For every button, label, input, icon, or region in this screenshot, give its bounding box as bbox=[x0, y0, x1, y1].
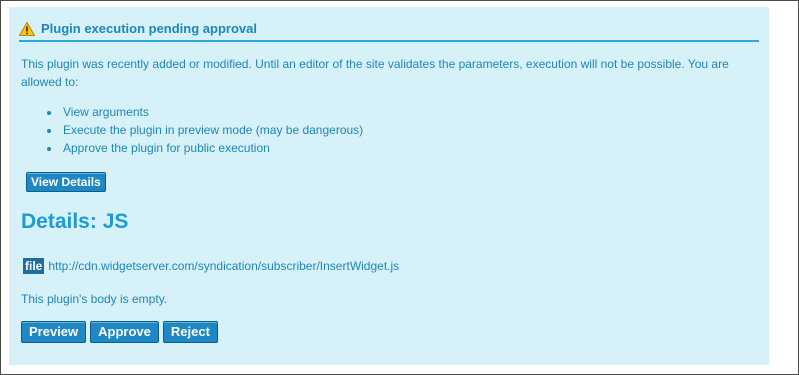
plugin-approval-panel: Plugin execution pending approval This p… bbox=[9, 7, 769, 365]
warning-icon bbox=[18, 20, 36, 36]
preview-button[interactable]: Preview bbox=[21, 321, 87, 343]
body-empty-message: This plugin's body is empty. bbox=[21, 292, 168, 306]
details-heading: Details: JS bbox=[21, 210, 129, 233]
list-item: View arguments bbox=[61, 103, 363, 121]
panel-header: Plugin execution pending approval bbox=[18, 20, 257, 36]
approve-button[interactable]: Approve bbox=[90, 321, 159, 343]
list-item: Approve the plugin for public execution bbox=[61, 139, 363, 157]
panel-title: Plugin execution pending approval bbox=[41, 21, 257, 36]
list-item: Execute the plugin in preview mode (may … bbox=[61, 121, 363, 139]
view-details-button[interactable]: View Details bbox=[26, 172, 106, 192]
allowed-actions-list: View arguments Execute the plugin in pre… bbox=[49, 103, 363, 157]
reject-button[interactable]: Reject bbox=[162, 321, 218, 343]
window-frame: Plugin execution pending approval This p… bbox=[0, 0, 799, 375]
file-badge: file bbox=[23, 258, 45, 274]
file-row: file http://cdn.widgetserver.com/syndica… bbox=[23, 258, 399, 274]
header-divider bbox=[19, 40, 759, 42]
action-buttons: Preview Approve Reject bbox=[21, 321, 218, 343]
intro-text: This plugin was recently added or modifi… bbox=[21, 57, 729, 89]
file-url: http://cdn.widgetserver.com/syndication/… bbox=[48, 259, 400, 273]
